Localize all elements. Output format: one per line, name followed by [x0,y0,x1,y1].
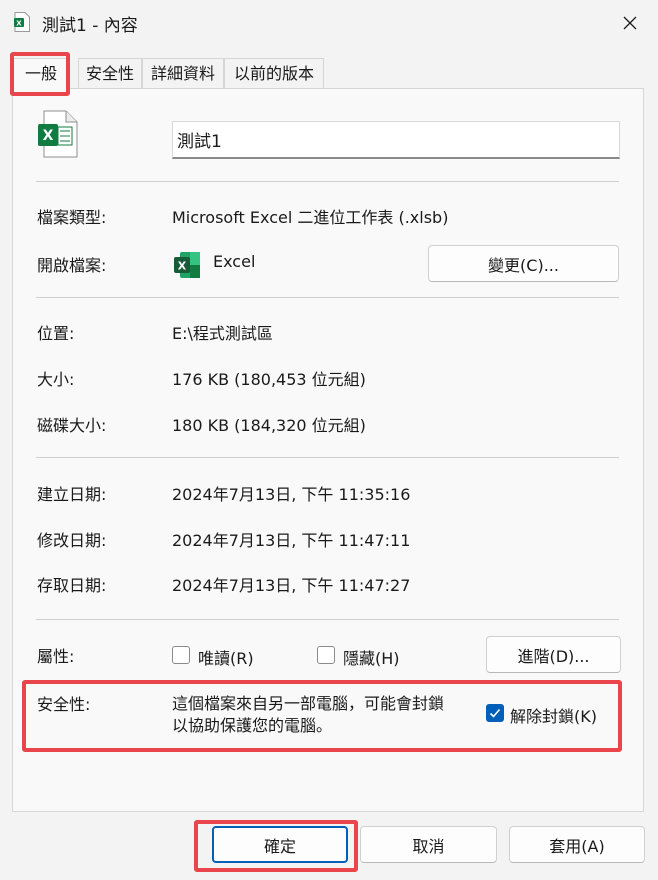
file-type-label: 檔案類型: [37,208,107,227]
divider [36,619,619,620]
ok-button[interactable]: 確定 [212,826,348,863]
security-message-line1: 這個檔案來自另一部電腦，可能會封鎖 [172,694,445,713]
opens-with-app: Excel [213,252,256,271]
location-value: E:\程式測試區 [172,324,273,343]
tab-security[interactable]: 安全性 [78,58,142,88]
divider [36,181,619,182]
close-icon [623,16,637,30]
unblock-label: 解除封鎖(K) [510,707,597,726]
readonly-label: 唯讀(R) [198,649,254,668]
tab-previous-versions[interactable]: 以前的版本 [224,58,324,88]
apply-button[interactable]: 套用(A) [509,826,645,863]
modified-label: 修改日期: [37,531,107,550]
security-label: 安全性: [37,695,91,714]
excel-file-icon: X [14,12,30,32]
excel-file-large-icon: X [38,110,78,158]
accessed-label: 存取日期: [37,576,107,595]
size-value: 176 KB (180,453 位元組) [172,370,366,389]
close-button[interactable] [602,0,658,46]
svg-text:X: X [178,260,187,273]
hidden-label: 隱藏(H) [343,649,400,668]
file-type-value: Microsoft Excel 二進位工作表 (.xlsb) [172,208,449,227]
tab-general[interactable]: 一般 [12,58,70,89]
file-name-input[interactable] [172,121,620,159]
hidden-checkbox[interactable] [317,646,335,664]
created-value: 2024年7月13日, 下午 11:35:16 [172,485,411,504]
modified-value: 2024年7月13日, 下午 11:47:11 [172,531,411,550]
size-on-disk-value: 180 KB (184,320 位元組) [172,416,366,435]
checkmark-icon [489,708,501,718]
accessed-value: 2024年7月13日, 下午 11:47:27 [172,576,411,595]
tab-details[interactable]: 詳細資料 [142,58,224,88]
window-title: 測試1 - 內容 [42,16,138,36]
unblock-checkbox[interactable] [486,704,504,722]
svg-text:X: X [43,128,54,144]
change-app-button[interactable]: 變更(C)... [428,245,619,282]
size-on-disk-label: 磁碟大小: [37,416,107,435]
opens-with-label: 開啟檔案: [37,256,107,275]
svg-text:X: X [16,20,22,28]
size-label: 大小: [37,370,75,389]
cancel-button[interactable]: 取消 [360,826,497,863]
location-label: 位置: [37,324,75,343]
security-message-line2: 以協助保護您的電腦。 [172,716,333,735]
attributes-label: 屬性: [37,647,75,666]
excel-app-icon: X [174,252,200,278]
divider [36,457,619,458]
readonly-checkbox[interactable] [172,646,190,664]
title-bar: X 測試1 - 內容 [0,0,658,46]
divider [36,297,619,298]
created-label: 建立日期: [37,485,107,504]
advanced-button[interactable]: 進階(D)... [486,636,621,673]
